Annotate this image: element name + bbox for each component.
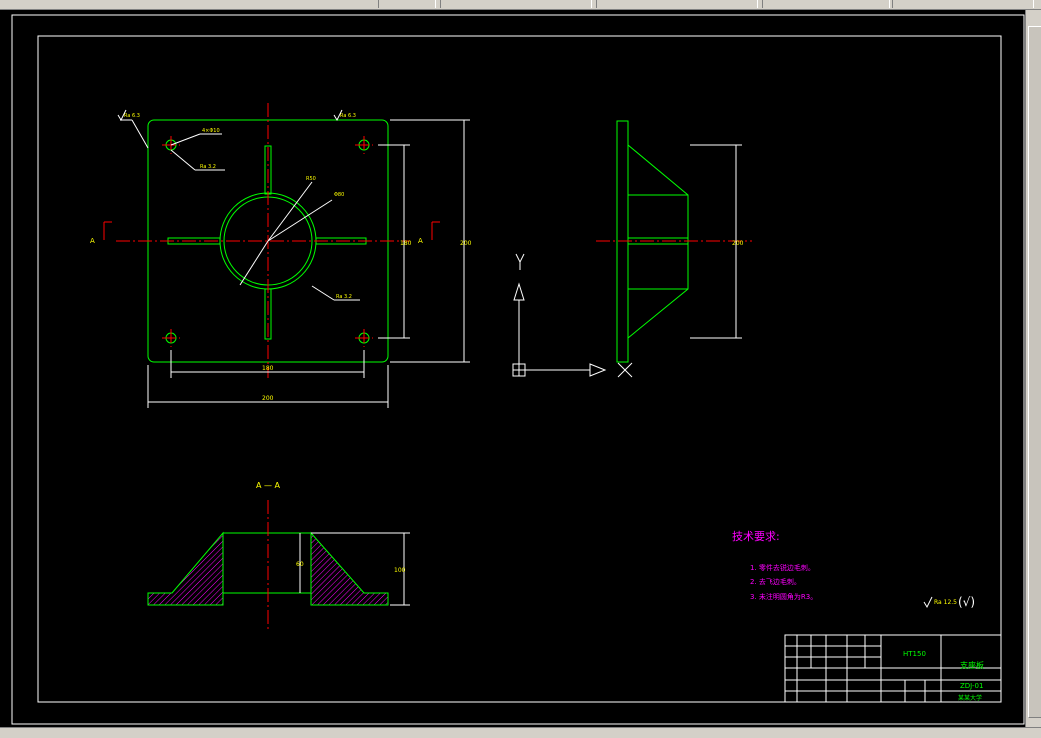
title-drawing-no: ZDJ-01 [960,682,983,690]
top-view-centerlines [116,103,410,378]
dim-outer-width: 200 [262,395,274,402]
vertical-scrollbar[interactable] [1025,10,1041,727]
dim-section-height: 60 [296,561,304,568]
horizontal-scrollbar[interactable] [0,727,1041,738]
roughness-general: Ra 12.5 [934,599,957,606]
roughness-tag: Ra 6.3 [124,113,140,119]
section-arrows [103,221,440,240]
ucs-icon [512,253,633,378]
dim-side-height: 200 [732,240,744,247]
tech-item: 1. 零件去锐边毛刺。 [750,563,815,572]
hole-spec: 4×Φ10 [202,128,220,134]
scroll-thumb[interactable] [1028,26,1041,718]
tech-title: 技术要求: [732,530,780,543]
dim-radius: R50 [306,176,316,182]
top-view-leaders [120,119,360,301]
dim-height-inner: 180 [400,240,412,247]
roughness-tag: Ra 3.2 [336,294,352,300]
dim-inner-width: 180 [262,365,274,372]
roughness-general-symbol [923,596,933,609]
roughness-tag: Ra 3.2 [200,164,216,170]
roughness-symbols [117,109,343,122]
title-material: HT150 [903,650,926,658]
top-view-dims [147,119,470,408]
tech-item: 2. 去飞边毛刺。 [750,577,801,586]
dim-height-outer: 200 [460,240,472,247]
section-marker-right: A [418,237,423,245]
roughness-paren: (√) [958,595,975,609]
roughness-tag: Ra 6.3 [340,113,356,119]
dim-diameter: Φ80 [334,192,344,198]
section-title: A — A [256,481,281,490]
title-school: 某某大学 [958,694,982,702]
title-part-name: 支座板 [960,660,984,670]
section-marker-left: A [90,237,95,245]
tech-item: 3. 未注明圆角为R3。 [750,592,817,601]
dim-section-total: 100 [394,567,406,574]
drawing-canvas[interactable]: 180 200 180 200 4×Φ10 Φ80 R50 Ra 6.3 Ra … [0,0,1041,737]
